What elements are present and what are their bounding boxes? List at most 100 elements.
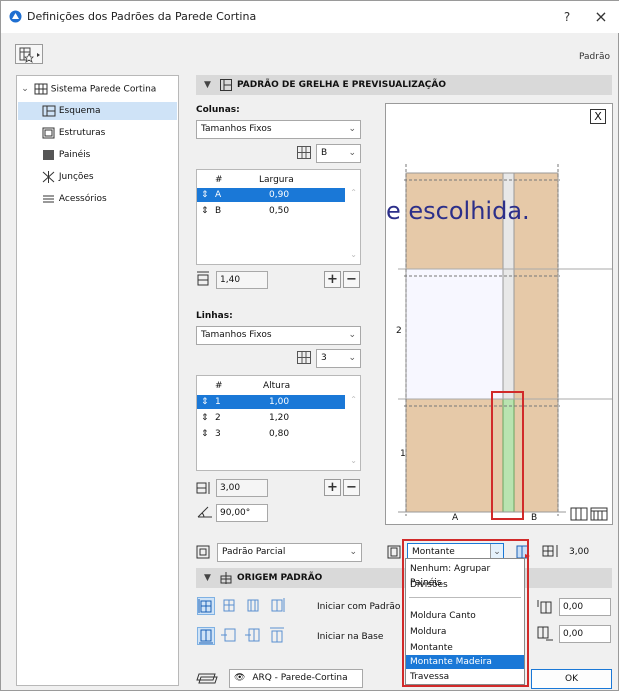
row-value[interactable]: 1,00 [269,395,289,409]
scroll-up-icon[interactable]: ⌃ [350,395,357,404]
table-row[interactable]: ⇕ 3 0,80 [197,427,345,441]
ok-button[interactable]: OK [531,669,612,689]
chevron-down-icon: ⌄ [348,353,356,363]
sidebar-item-label: Estruturas [58,128,106,138]
row-value[interactable]: 0,90 [269,188,289,202]
chevron-down-icon: ⌄ [348,148,356,158]
chevron-down-icon[interactable]: ⌄ [19,80,31,98]
rows-pattern-select[interactable]: 3 ⌄ [316,349,361,368]
angle-value[interactable]: 90,00° [220,508,250,518]
table-row[interactable]: ⇕ A 0,90 [197,188,345,202]
columns-mode-select[interactable]: Tamanhos Fixos ⌄ [196,120,361,139]
table-header-row: # Altura [197,379,347,393]
rows-mode-select[interactable]: Tamanhos Fixos ⌄ [196,326,361,345]
sidebar-item-juncoes[interactable]: Junções [18,168,177,186]
origin-section-title: ORIGEM PADRÃO [237,573,323,583]
table-row[interactable]: ⇕ B 0,50 [197,204,345,218]
drag-handle-icon[interactable]: ⇕ [201,395,209,409]
sidebar-item-estruturas[interactable]: Estruturas [18,124,177,142]
angle-field[interactable]: 90,00° [216,504,268,522]
total-width-icon [197,271,209,286]
sidebar-item-paineis[interactable]: Painéis [18,146,177,164]
close-button[interactable]: × [591,7,611,27]
origin-split-button[interactable] [245,597,263,615]
scroll-up-icon[interactable]: ⌃ [350,188,357,197]
offset-y-value[interactable]: 0,00 [563,629,583,639]
chevron-down-icon[interactable]: ▼ [204,568,211,588]
origin-center-button[interactable] [221,597,239,615]
columns-pattern-select[interactable]: B ⌄ [316,144,361,163]
offset-y-icon [537,626,553,641]
row-id: A [215,190,222,200]
chevron-down-icon[interactable]: ▼ [204,75,211,95]
sidebar-item-acessorios[interactable]: Acessórios [18,190,177,208]
base-bottom-button[interactable] [197,627,215,645]
drag-handle-icon[interactable]: ⇕ [201,188,209,202]
base-center-icon [245,628,260,642]
column-header-width: Largura [259,175,294,185]
scroll-down-icon[interactable]: ⌄ [350,456,357,465]
row-value[interactable]: 0,80 [269,427,289,441]
base-middle-icon [221,628,236,642]
favorites-button[interactable] [15,44,43,64]
drag-handle-icon[interactable]: ⇕ [201,427,209,441]
grid-scheme-icon [42,105,56,116]
table-row[interactable]: ⇕ 1 1,00 [197,395,345,409]
origin-right-button[interactable] [269,597,287,615]
row-label: 1 [400,449,406,459]
scroll-down-icon[interactable]: ⌄ [350,250,357,259]
help-button[interactable]: ? [557,7,577,27]
rows-total-field: 3,00 [216,479,268,497]
archicad-logo-icon [9,10,22,23]
columns-label: Colunas: [196,105,240,115]
layer-select[interactable]: 👁 ARQ - Parede-Cortina [229,669,363,688]
preset-name: Padrão [579,52,610,62]
accessory-icon [43,195,54,202]
row-header-height: Altura [263,381,291,391]
row-id: B [215,206,222,216]
grid-section-header[interactable]: ▼ PADRÃO DE GRELHA E PREVISUALIZAÇÃO [196,75,612,95]
add-row-button[interactable]: + [324,479,341,496]
offset-x-field[interactable]: 0,00 [559,598,611,616]
base-top-button[interactable] [269,627,287,645]
column-header-number: # [215,175,223,185]
sidebar-item-esquema[interactable]: Esquema [18,102,177,120]
drag-handle-icon[interactable]: ⇕ [201,204,209,218]
table-grid-icon [297,351,311,364]
remove-row-button[interactable]: − [343,479,360,496]
title-bar: Definições dos Padrões da Parede Cortina… [1,1,619,33]
panel-icon [43,149,54,160]
start-at-base-label: Iniciar na Base [317,632,384,642]
show-grid-icon[interactable] [570,507,588,521]
origin-center-icon [223,599,235,612]
row-id: 2 [215,413,221,423]
origin-left-icon [198,599,212,613]
pattern-mode-select[interactable]: Padrão Parcial ⌄ [217,543,362,562]
columns-pattern-value: B [321,148,328,158]
row-value[interactable]: 1,20 [269,411,289,425]
highlight-frame [402,539,529,687]
base-center-button[interactable] [245,627,263,645]
base-top-icon [270,627,284,643]
highlight-frame [491,391,524,520]
origin-split-icon [247,599,259,612]
sidebar-item-label: Junções [58,172,94,182]
add-column-button[interactable]: + [324,271,341,288]
grid-section-title: PADRÃO DE GRELHA E PREVISUALIZAÇÃO [237,80,447,90]
tree-root[interactable]: ⌄ Sistema Parede Cortina [19,80,177,98]
row-label: 2 [396,326,402,336]
origin-left-button[interactable] [197,597,215,615]
columns-total-field: 1,40 [216,271,268,289]
show-members-icon[interactable] [590,507,608,521]
dialog-window: Definições dos Padrões da Parede Cortina… [0,0,619,691]
curtain-wall-icon [34,83,48,95]
offset-y-field[interactable]: 0,00 [559,625,611,643]
row-value[interactable]: 0,50 [269,204,289,218]
offset-x-value[interactable]: 0,00 [563,602,583,612]
remove-column-button[interactable]: − [343,271,360,288]
table-row[interactable]: ⇕ 2 1,20 [197,411,345,425]
junction-icon [42,170,55,183]
rows-pattern-value: 3 [321,353,327,363]
drag-handle-icon[interactable]: ⇕ [201,411,209,425]
base-middle-button[interactable] [221,627,239,645]
